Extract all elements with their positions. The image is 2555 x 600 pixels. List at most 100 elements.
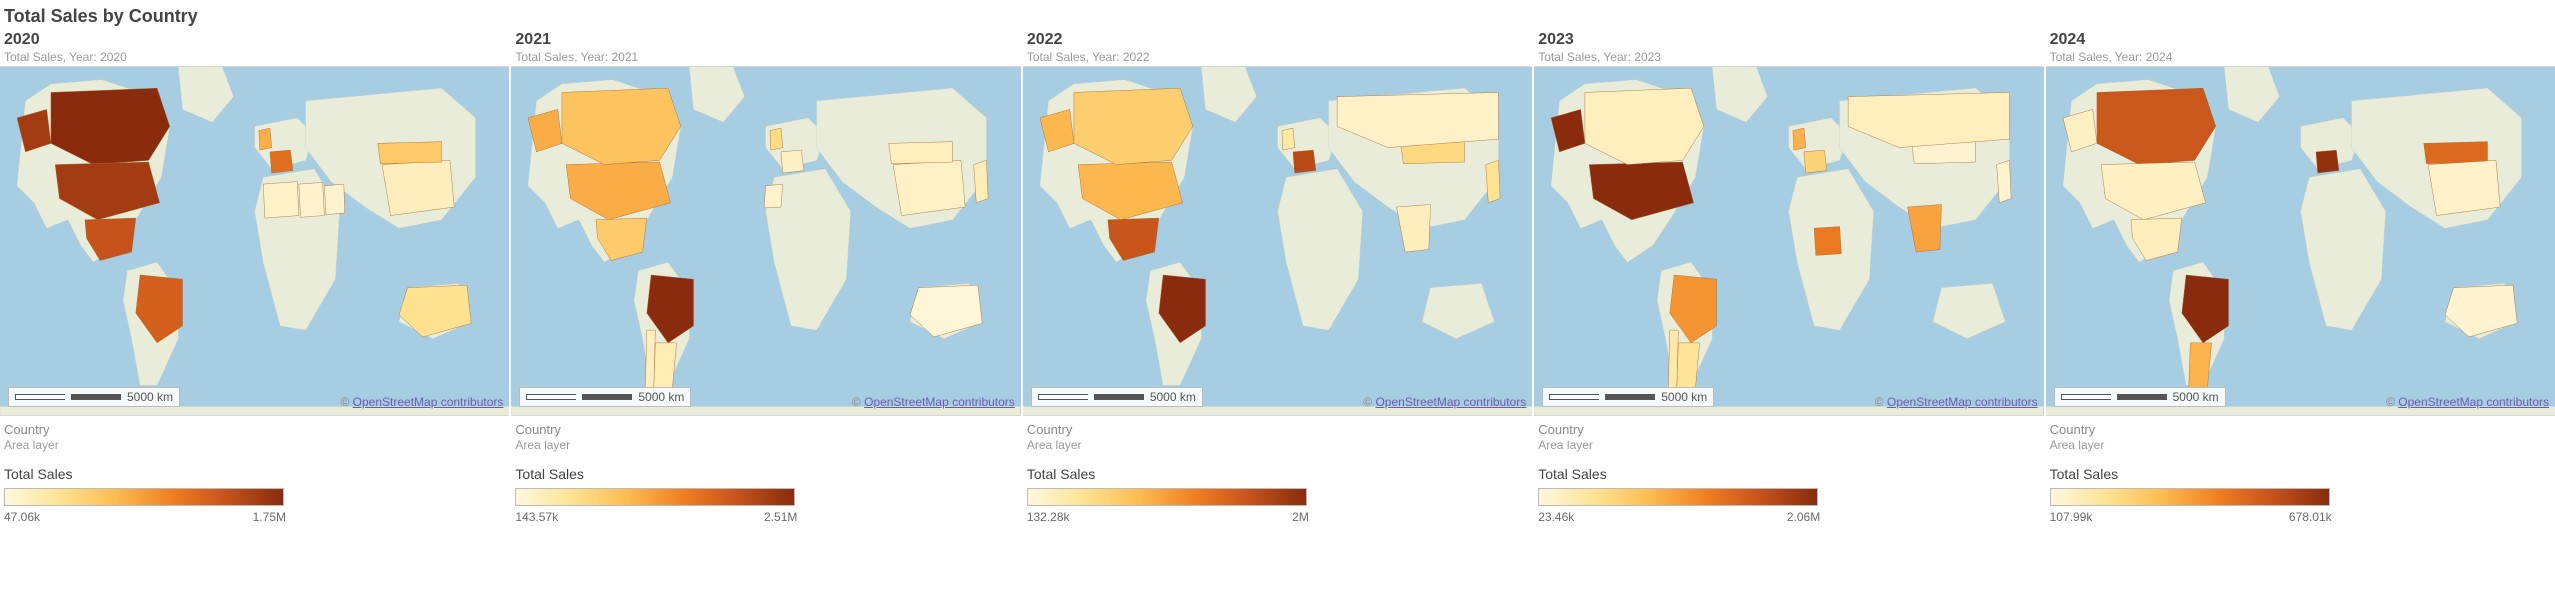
country-australia[interactable] [910,285,982,337]
panel-subtitle: Total Sales, Year: 2020 [4,50,505,64]
legend-layer-name: Country [515,422,1016,437]
map-legend: CountryArea layerTotal Sales47.06k1.75M [0,416,509,526]
map-canvas[interactable]: 5000 km © OpenStreetMap contributors [511,66,1020,416]
country-india[interactable] [1908,204,1942,252]
panel-header: 2021Total Sales, Year: 2021 [511,29,1020,66]
map-panel-2024: 2024Total Sales, Year: 2024 5000 km © Open… [2046,29,2555,600]
legend-metric-name: Total Sales [2050,466,2551,482]
country-mongolia[interactable] [889,142,953,164]
panel-year: 2020 [4,31,505,49]
map-attribution: © OpenStreetMap contributors [852,395,1015,409]
map-canvas[interactable]: 5000 km © OpenStreetMap contributors [1023,66,1532,416]
panel-year: 2023 [1538,31,2039,49]
country-mongolia[interactable] [378,142,442,164]
country-nigeria[interactable] [1814,227,1841,256]
legend-layer-name: Country [2050,422,2551,437]
country-china[interactable] [2428,160,2500,215]
panel-subtitle: Total Sales, Year: 2021 [515,50,1016,64]
country-france[interactable] [781,150,804,173]
map-scale-label: 5000 km [127,390,173,404]
legend-min-value: 132.28k [1027,510,1070,524]
map-legend: CountryArea layerTotal Sales143.57k2.51M [511,416,1020,526]
map-scale-label: 5000 km [638,390,684,404]
map-legend: CountryArea layerTotal Sales23.46k2.06M [1534,416,2043,526]
map-attribution: © OpenStreetMap contributors [1875,395,2038,409]
legend-color-gradient [1027,488,1307,506]
legend-max-value: 2M [1292,510,1309,524]
country-australia[interactable] [399,285,471,337]
panel-header: 2023Total Sales, Year: 2023 [1534,29,2043,66]
legend-layer-type: Area layer [4,438,505,452]
panel-header: 2020Total Sales, Year: 2020 [0,29,509,66]
legend-max-value: 1.75M [253,510,286,524]
country-india[interactable] [1396,204,1430,252]
panel-subtitle: Total Sales, Year: 2024 [2050,50,2551,64]
osm-attribution-link[interactable]: OpenStreetMap contributors [1887,395,2038,409]
legend-layer-type: Area layer [515,438,1016,452]
map-legend: CountryArea layer Total Sales 107.99k 678.0… [2046,416,2555,526]
country-argentina[interactable] [654,343,677,390]
country-japan[interactable] [1997,160,2011,202]
legend-metric-name: Total Sales [1027,466,1528,482]
country-france[interactable] [1804,150,1827,173]
country-libya[interactable] [299,182,324,217]
map-panel-2021: 2021Total Sales, Year: 2021 5000 km © Open… [511,29,1020,600]
country-chile[interactable] [1668,330,1678,394]
country-argentina[interactable] [2188,343,2211,390]
panel-header: 2022Total Sales, Year: 2022 [1023,29,1532,66]
country-argentina[interactable] [1677,343,1700,390]
country-australia[interactable] [2445,285,2517,337]
legend-metric-name: Total Sales [4,466,505,482]
map-canvas[interactable]: 5000 km © OpenStreetMap contributors [2046,66,2555,416]
legend-color-gradient [4,488,284,506]
map-attribution: © OpenStreetMap contributors [2386,395,2549,409]
osm-attribution-link[interactable]: OpenStreetMap contributors [1375,395,1526,409]
osm-attribution-link[interactable]: OpenStreetMap contributors [2398,395,2549,409]
legend-layer-type: Area layer [1027,438,1528,452]
map-panels-row: 2020Total Sales, Year: 2020 5000 km © Open… [0,29,2555,600]
map-attribution: © OpenStreetMap contributors [1363,395,1526,409]
panel-header: 2024Total Sales, Year: 2024 [2046,29,2555,66]
map-scale-label: 5000 km [2173,390,2219,404]
map-canvas[interactable]: 5000 km © OpenStreetMap contributors [0,66,509,416]
country-france[interactable] [1293,150,1316,173]
map-attribution: © OpenStreetMap contributors [340,395,503,409]
country-japan[interactable] [974,160,988,202]
country-france[interactable] [270,150,293,173]
country-egypt[interactable] [324,184,344,215]
panel-subtitle: Total Sales, Year: 2023 [1538,50,2039,64]
panel-year: 2022 [1027,31,1528,49]
legend-metric-name: Total Sales [515,466,1016,482]
map-scale-bar: 5000 km [519,387,691,407]
map-scale-label: 5000 km [1150,390,1196,404]
legend-min-value: 107.99k [2050,510,2093,524]
panel-subtitle: Total Sales, Year: 2022 [1027,50,1528,64]
map-canvas[interactable]: 5000 km © OpenStreetMap contributors [1534,66,2043,416]
legend-max-value: 678.01k [2289,510,2332,524]
panel-year: 2021 [515,31,1016,49]
legend-layer-name: Country [1027,422,1528,437]
map-panel-2020: 2020Total Sales, Year: 2020 5000 km © Open… [0,29,509,600]
country-chile[interactable] [646,330,656,394]
country-algeria[interactable] [263,182,299,219]
legend-layer-type: Area layer [2050,438,2551,452]
map-scale-bar: 5000 km [2054,387,2226,407]
osm-attribution-link[interactable]: OpenStreetMap contributors [353,395,504,409]
osm-attribution-link[interactable]: OpenStreetMap contributors [864,395,1015,409]
country-united-kingdom[interactable] [1793,128,1806,150]
country-china[interactable] [382,160,454,215]
country-mongolia[interactable] [2423,142,2487,164]
map-panel-2022: 2022Total Sales, Year: 2022 5000 km © Open… [1023,29,1532,600]
map-scale-label: 5000 km [1661,390,1707,404]
panel-year: 2024 [2050,31,2551,49]
country-united-kingdom[interactable] [259,128,272,150]
country-japan[interactable] [1486,160,1500,202]
legend-max-value: 2.06M [1787,510,1820,524]
legend-metric-name: Total Sales [1538,466,2039,482]
country-united-kingdom[interactable] [770,128,783,150]
country-united-kingdom[interactable] [1282,128,1295,150]
country-morocco[interactable] [764,184,783,208]
country-france[interactable] [2316,150,2339,173]
country-china[interactable] [893,160,965,215]
map-scale-bar: 5000 km [8,387,180,407]
